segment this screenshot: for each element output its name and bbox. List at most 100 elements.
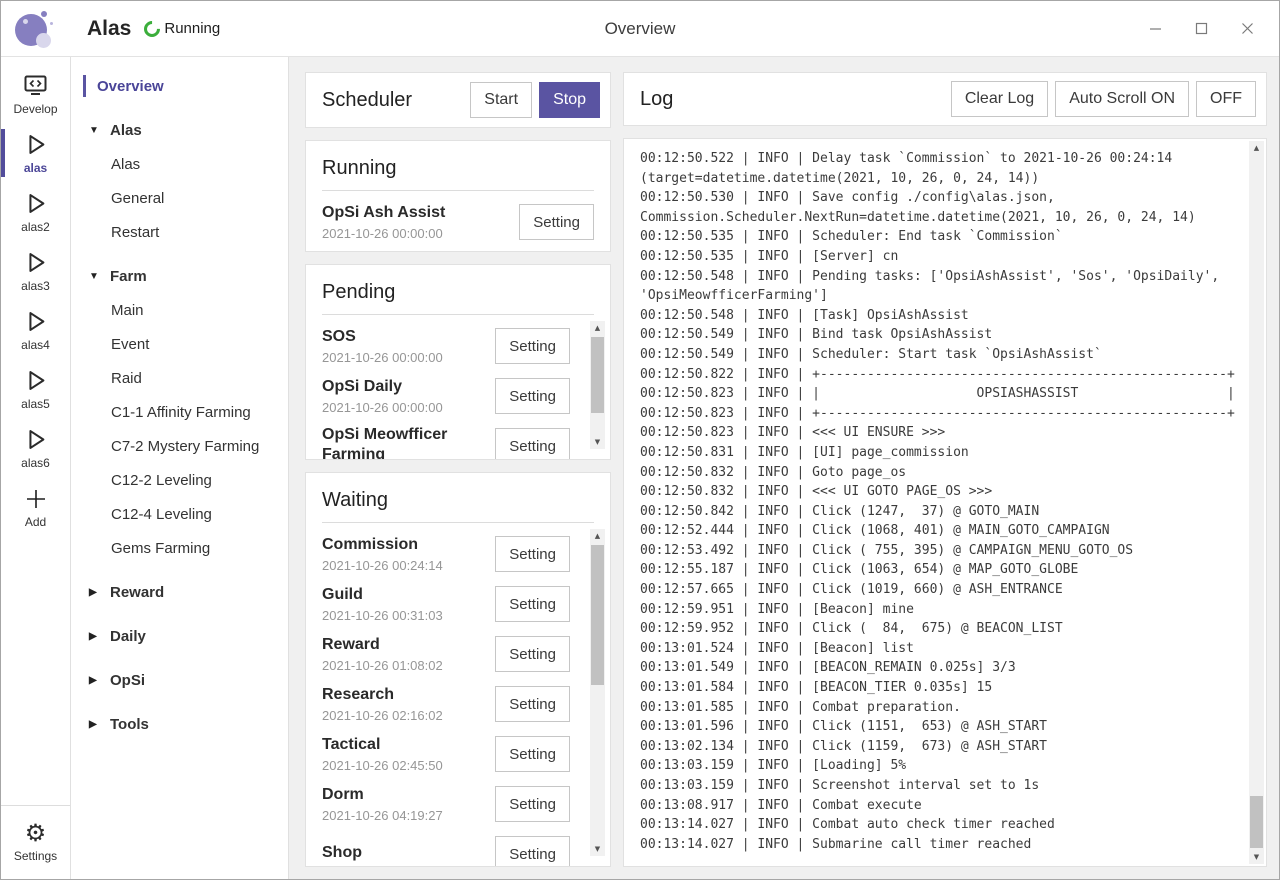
scroll-up-icon[interactable]: ▲ [1249, 141, 1264, 155]
scrollbar-thumb[interactable] [1250, 796, 1263, 848]
rail-item-instance[interactable]: alas [1, 124, 70, 182]
waiting-panel: Waiting Commission 2021-10-26 00:24:14 S… [305, 472, 611, 867]
task-info: Shop [322, 843, 495, 866]
task-name: SOS [322, 327, 495, 347]
nav-item[interactable]: C12-4 Leveling [71, 497, 288, 531]
scroll-down-icon[interactable]: ▼ [590, 435, 605, 449]
scroll-down-icon[interactable]: ▼ [590, 842, 605, 856]
waiting-heading: Waiting [322, 483, 594, 523]
log-line: 00:12:50.549 | INFO | Bind task OpsiAshA… [640, 325, 1240, 345]
task-row: Guild 2021-10-26 00:31:03 Setting [322, 579, 570, 629]
nav-item[interactable]: ▼ Alas [71, 113, 288, 147]
minimize-button[interactable] [1147, 21, 1163, 37]
running-task-list: OpSi Ash Assist 2021-10-26 00:00:00 Sett… [322, 191, 594, 251]
task-setting-button[interactable]: Setting [495, 428, 570, 459]
autoscroll-on-button[interactable]: Auto Scroll ON [1055, 81, 1189, 117]
task-row: Commission 2021-10-26 00:24:14 Setting [322, 529, 570, 579]
rail-item-settings[interactable]: ⚙ Settings [1, 812, 70, 870]
pending-scrollbar[interactable]: ▲ ▼ [590, 321, 605, 449]
nav-item[interactable]: ▶ OpSi [71, 663, 288, 697]
log-line: 00:12:50.831 | INFO | [UI] page_commissi… [640, 443, 1240, 463]
scroll-up-icon[interactable]: ▲ [590, 529, 605, 543]
stop-button[interactable]: Stop [539, 82, 600, 118]
nav-item-label: General [111, 190, 164, 207]
task-info: Reward 2021-10-26 01:08:02 [322, 635, 495, 673]
nav-item-label: C1-1 Affinity Farming [111, 404, 251, 421]
task-info: Guild 2021-10-26 00:31:03 [322, 585, 495, 623]
logo-highlight-small [23, 19, 28, 24]
nav-item-label: Alas [111, 156, 140, 173]
rail-item-instance[interactable]: alas4 [1, 301, 70, 359]
nav-item[interactable]: C12-2 Leveling [71, 463, 288, 497]
log-line: 00:12:50.522 | INFO | Delay task `Commis… [640, 149, 1240, 169]
task-time: 2021-10-26 02:16:02 [322, 708, 495, 723]
nav-item[interactable]: ▶ Daily [71, 619, 288, 653]
nav-item-label: Farm [110, 268, 147, 285]
task-setting-button[interactable]: Setting [495, 736, 570, 772]
rail-item-instance[interactable]: alas6 [1, 419, 70, 477]
scrollbar-thumb[interactable] [591, 337, 604, 413]
nav-item[interactable]: ▶ Reward [71, 575, 288, 609]
rail-item-add[interactable]: Add [1, 478, 70, 536]
logo-highlight [36, 33, 51, 48]
task-setting-button[interactable]: Setting [495, 328, 570, 364]
task-name: Commission [322, 535, 495, 555]
maximize-button[interactable] [1193, 21, 1209, 37]
nav-item[interactable]: C1-1 Affinity Farming [71, 395, 288, 429]
task-setting-button[interactable]: Setting [495, 536, 570, 572]
nav-item[interactable]: ▼ Farm [71, 259, 288, 293]
pending-panel: Pending SOS 2021-10-26 00:00:00 Setting [305, 264, 611, 460]
waiting-scrollbar[interactable]: ▲ ▼ [590, 529, 605, 856]
nav-item[interactable]: ▶ Tools [71, 707, 288, 741]
nav-item-label: Alas [110, 122, 142, 139]
task-row: Research 2021-10-26 02:16:02 Setting [322, 679, 570, 729]
task-name: Shop [322, 843, 495, 863]
nav-item[interactable]: Main [71, 293, 288, 327]
nav-item[interactable]: Raid [71, 361, 288, 395]
rail-item-instance[interactable]: alas3 [1, 242, 70, 300]
log-scrollbar[interactable]: ▲ ▼ [1249, 141, 1264, 864]
nav-item[interactable]: Gems Farming [71, 531, 288, 565]
nav-item[interactable]: Overview [71, 69, 288, 103]
nav-item[interactable]: Event [71, 327, 288, 361]
log-line: 00:13:01.585 | INFO | Combat preparation… [640, 698, 1240, 718]
scheduler-title: Scheduler [322, 89, 412, 112]
log-line: (target=datetime.datetime(2021, 10, 26, … [640, 169, 1240, 189]
nav-item[interactable]: Restart [71, 215, 288, 249]
task-time: 2021-10-26 04:19:27 [322, 808, 495, 823]
task-setting-button[interactable]: Setting [495, 686, 570, 722]
autoscroll-off-button[interactable]: OFF [1196, 81, 1256, 117]
rail-item-develop[interactable]: Develop [1, 65, 70, 123]
nav-item[interactable]: General [71, 181, 288, 215]
nav-item[interactable]: C7-2 Mystery Farming [71, 429, 288, 463]
nav-item[interactable]: Alas [71, 147, 288, 181]
rail-item-instance[interactable]: alas2 [1, 183, 70, 241]
rail-item-instance[interactable]: alas5 [1, 360, 70, 418]
log-line: Commission.Scheduler.NextRun=datetime.da… [640, 208, 1240, 228]
log-line: 'OpsiMeowfficerFarming'] [640, 286, 1240, 306]
nav-item-label: Restart [111, 224, 159, 241]
log-line: 00:12:55.187 | INFO | Click (1063, 654) … [640, 560, 1240, 580]
close-button[interactable] [1239, 21, 1255, 37]
nav-item-label: Event [111, 336, 149, 353]
nav-item-label: C12-2 Leveling [111, 472, 212, 489]
nav-item-label: Raid [111, 370, 142, 387]
scroll-down-icon[interactable]: ▼ [1249, 850, 1264, 864]
task-setting-button[interactable]: Setting [519, 204, 594, 240]
task-time: 2021-10-26 00:00:00 [322, 226, 519, 241]
task-time: 2021-10-26 00:00:00 [322, 350, 495, 365]
task-setting-button[interactable]: Setting [495, 786, 570, 822]
scrollbar-thumb[interactable] [591, 545, 604, 685]
start-button[interactable]: Start [470, 82, 532, 118]
task-setting-button[interactable]: Setting [495, 636, 570, 672]
task-setting-button[interactable]: Setting [495, 836, 570, 866]
nav-arrow-icon: ▶ [89, 587, 110, 598]
log-line: 00:13:03.159 | INFO | [Loading] 5% [640, 756, 1240, 776]
play-icon [22, 367, 49, 394]
task-setting-button[interactable]: Setting [495, 378, 570, 414]
task-info: OpSi Meowfficer Farming [322, 425, 495, 460]
clear-log-button[interactable]: Clear Log [951, 81, 1048, 117]
task-setting-button[interactable]: Setting [495, 586, 570, 622]
log-line: 00:13:01.524 | INFO | [Beacon] list [640, 639, 1240, 659]
scroll-up-icon[interactable]: ▲ [590, 321, 605, 335]
